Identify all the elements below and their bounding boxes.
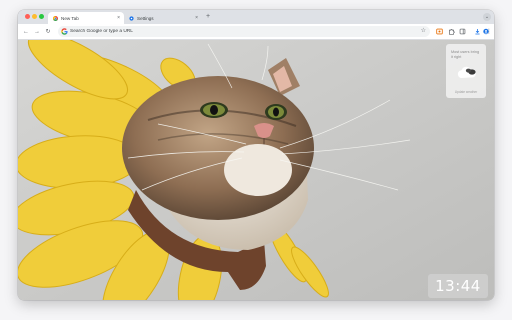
tab-label: New Tab xyxy=(61,15,79,21)
tab-close-icon[interactable]: × xyxy=(195,15,198,21)
tab-settings[interactable]: Settings × xyxy=(124,12,202,24)
puzzle-extension-icon[interactable] xyxy=(448,28,455,35)
chrome-icon xyxy=(53,15,58,21)
maximize-window-button[interactable] xyxy=(39,14,44,19)
back-button[interactable]: ← xyxy=(22,28,30,36)
bookmark-star-icon[interactable]: ☆ xyxy=(421,28,426,35)
weather-widget[interactable]: Most users bring it right Update weather xyxy=(446,44,486,98)
background-photo xyxy=(18,40,494,300)
tab-search-icon[interactable]: ⌄ xyxy=(483,13,491,21)
tab-strip: New Tab × Settings × + ⌄ xyxy=(18,10,494,24)
reload-button[interactable]: ↻ xyxy=(44,28,52,36)
tab-close-icon[interactable]: × xyxy=(117,15,120,21)
cloud-weather-icon xyxy=(457,66,476,78)
omnibox-input[interactable] xyxy=(70,26,400,37)
minimize-window-button[interactable] xyxy=(32,14,37,19)
chrome-menu-button[interactable]: ⋮ xyxy=(486,28,492,36)
toolbar: ← → ↻ ☆ xyxy=(18,24,494,40)
omnibox[interactable]: ☆ xyxy=(58,26,430,37)
photo-extension-icon[interactable] xyxy=(436,28,443,35)
widget-footer: Update weather xyxy=(454,90,478,94)
close-window-button[interactable] xyxy=(25,14,30,19)
settings-gear-icon xyxy=(129,15,134,21)
tab-label: Settings xyxy=(137,15,154,21)
widget-title: Most users bring it right xyxy=(451,50,480,59)
forward-button[interactable]: → xyxy=(33,28,41,36)
new-tab-page: Most users bring it right Update weather… xyxy=(18,40,494,300)
google-icon xyxy=(61,28,68,35)
new-tab-button[interactable]: + xyxy=(206,13,210,20)
tab-new-tab[interactable]: New Tab × xyxy=(48,12,124,24)
download-icon[interactable] xyxy=(474,28,481,35)
sidebar-icon[interactable] xyxy=(459,28,466,35)
browser-window: New Tab × Settings × + ⌄ ← → ↻ ☆ xyxy=(18,10,494,300)
clock-display: 13:44 xyxy=(428,274,488,298)
